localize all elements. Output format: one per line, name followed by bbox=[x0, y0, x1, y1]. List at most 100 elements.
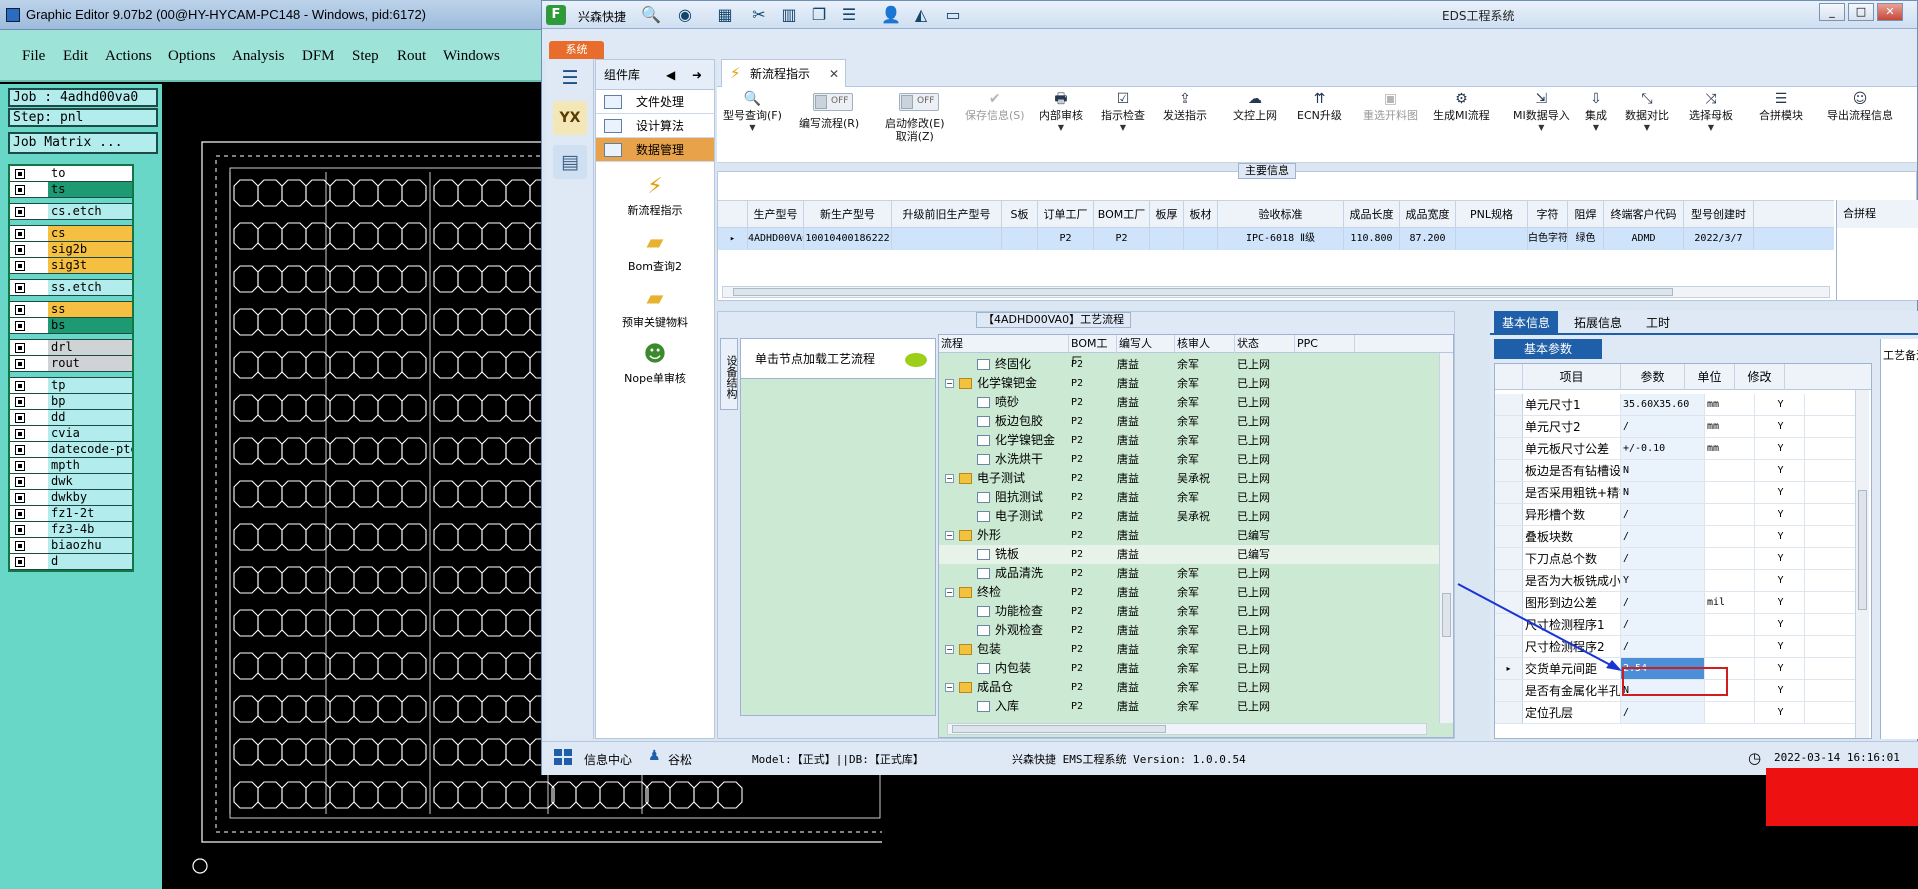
layer-checkbox[interactable] bbox=[15, 477, 25, 487]
toolbar-button-14[interactable]: ⤨ 选择母板 ▼ bbox=[1689, 91, 1733, 133]
table-row[interactable]: ▸ 4ADHD00VA0 10010400186222 P2 P2 IPC-6018 Ⅱ级… bbox=[718, 228, 1834, 250]
layer-checkbox[interactable] bbox=[15, 429, 25, 439]
hamburger-menu-icon[interactable]: ☰ bbox=[553, 61, 587, 95]
column-header[interactable]: 状态 bbox=[1235, 335, 1295, 353]
tree-node[interactable]: 终固化 P2 唐益 余军 已上网 bbox=[939, 355, 1439, 374]
film-icon[interactable]: ▥ bbox=[778, 5, 800, 25]
toolbar-button-12[interactable]: ⇩ 集成 ▼ bbox=[1585, 91, 1607, 133]
collapse-toggle-icon[interactable]: − bbox=[945, 474, 954, 483]
layer-checkbox[interactable] bbox=[15, 343, 25, 353]
tree-node[interactable]: − 成品仓 P2 唐益 余军 已上网 bbox=[939, 678, 1439, 697]
yx-factory-icon[interactable]: YX bbox=[553, 101, 587, 135]
layer-row-biaozhu[interactable]: biaozhu bbox=[10, 538, 132, 554]
layer-checkbox[interactable] bbox=[15, 509, 25, 519]
column-header[interactable]: 成品长度 bbox=[1344, 201, 1400, 227]
column-header[interactable]: S板 bbox=[1002, 201, 1038, 227]
toolbar-button-6[interactable]: ⇪ 发送指示 bbox=[1163, 91, 1207, 123]
close-button[interactable]: ✕ bbox=[1877, 3, 1903, 21]
collapse-toggle-icon[interactable]: − bbox=[945, 531, 954, 540]
tree-node[interactable]: 功能检查 P2 唐益 余军 已上网 bbox=[939, 602, 1439, 621]
layer-row-sig3t[interactable]: sig3t bbox=[10, 258, 132, 274]
column-header[interactable]: 参数 bbox=[1621, 364, 1685, 390]
table-cell[interactable] bbox=[1456, 228, 1528, 250]
table-cell[interactable]: 87.200 bbox=[1400, 228, 1456, 250]
param-row[interactable]: 尺寸检测程序1/ Y bbox=[1495, 614, 1855, 636]
tree-node[interactable]: 成品清洗 P2 唐益 余军 已上网 bbox=[939, 564, 1439, 583]
scroll-thumb[interactable] bbox=[1442, 593, 1451, 637]
table-cell[interactable]: 10010400186222 bbox=[804, 228, 892, 250]
tab-basic-info[interactable]: 基本信息 bbox=[1494, 311, 1559, 335]
param-value[interactable]: / bbox=[1621, 702, 1705, 723]
grid-icon[interactable] bbox=[554, 749, 574, 767]
layer-checkbox[interactable] bbox=[15, 413, 25, 423]
param-row[interactable]: 异形槽个数 / Y bbox=[1495, 504, 1855, 526]
layer-checkbox[interactable] bbox=[15, 493, 25, 503]
layer-checkbox[interactable] bbox=[15, 461, 25, 471]
param-row[interactable]: 定位孔层 / Y bbox=[1495, 702, 1855, 724]
toolbar-button-15[interactable]: ☰ 合拼模块 bbox=[1759, 91, 1803, 123]
param-row[interactable]: 图形到边公差 / mil Y bbox=[1495, 592, 1855, 614]
menu-dfm[interactable]: DFM bbox=[302, 48, 335, 65]
param-row[interactable]: 单元尺寸2/mm Y bbox=[1495, 416, 1855, 438]
layer-row-dd[interactable]: dd bbox=[10, 410, 132, 426]
device-structure-tab[interactable]: 设备结构 bbox=[720, 338, 738, 410]
tree-node[interactable]: − 电子测试 P2 唐益 吴承祝 已上网 bbox=[939, 469, 1439, 488]
toolbar-button-5[interactable]: ☑ 指示检查 ▼ bbox=[1101, 91, 1145, 133]
node-hint[interactable]: 单击节点加载工艺流程 bbox=[741, 339, 935, 379]
system-tab[interactable]: 系统 bbox=[549, 41, 604, 59]
param-row[interactable]: 是否为大板铣成小板YY bbox=[1495, 570, 1855, 592]
tree-node[interactable]: − 化学镍钯金 P2 唐益 余军 已上网 bbox=[939, 374, 1439, 393]
collapse-toggle-icon[interactable]: − bbox=[945, 379, 954, 388]
layer-row-fz3-4b[interactable]: fz3-4b bbox=[10, 522, 132, 538]
table-cell[interactable]: 110.800 bbox=[1344, 228, 1400, 250]
tree-node[interactable]: − 包装 P2 唐益 余军 已上网 bbox=[939, 640, 1439, 659]
chart-icon[interactable]: ◭ bbox=[910, 5, 932, 25]
bom-query-item[interactable]: ▰ Bom查询2 bbox=[596, 224, 714, 280]
param-value[interactable]: / bbox=[1621, 592, 1705, 613]
column-header[interactable]: 生产型号 bbox=[748, 201, 804, 227]
column-header[interactable]: 板材 bbox=[1184, 201, 1218, 227]
layer-checkbox[interactable] bbox=[15, 207, 25, 217]
column-header[interactable]: 修改 bbox=[1735, 364, 1785, 390]
toolbar-button-13[interactable]: ⤡ 数据对比 ▼ bbox=[1625, 91, 1669, 133]
layer-row-ssetch[interactable]: ss.etch bbox=[10, 280, 132, 296]
layer-checkbox[interactable] bbox=[15, 445, 25, 455]
param-row[interactable]: 是否有金属化半孔 N Y bbox=[1495, 680, 1855, 702]
toggle-switch[interactable]: OFF bbox=[899, 93, 939, 111]
layer-checkbox[interactable] bbox=[15, 525, 25, 535]
menu-edit[interactable]: Edit bbox=[63, 48, 88, 65]
tree-node[interactable]: 水洗烘干 P2 唐益 余军 已上网 bbox=[939, 450, 1439, 469]
table-cell[interactable] bbox=[892, 228, 1002, 250]
param-value[interactable]: +/-0.10 bbox=[1621, 438, 1705, 459]
info-center-link[interactable]: 信息中心 bbox=[584, 751, 632, 768]
menu-rout[interactable]: Rout bbox=[397, 48, 426, 65]
layer-checkbox[interactable] bbox=[15, 305, 25, 315]
job-matrix-button[interactable]: Job Matrix ... bbox=[8, 132, 158, 154]
param-row[interactable]: 叠板块数 / Y bbox=[1495, 526, 1855, 548]
toolbar-button-11[interactable]: ⇲ MI数据导入 ▼ bbox=[1513, 91, 1570, 133]
layer-checkbox[interactable] bbox=[15, 283, 25, 293]
table-icon[interactable]: ▦ bbox=[714, 5, 736, 25]
param-value[interactable]: / bbox=[1621, 416, 1705, 437]
param-row[interactable]: ▸ 交货单元间距 2.54 Y bbox=[1495, 658, 1855, 680]
arrow-left-icon[interactable]: ◀ bbox=[666, 60, 675, 90]
layer-row-fz1-2t[interactable]: fz1-2t bbox=[10, 506, 132, 522]
layer-row-dwkby[interactable]: dwkby bbox=[10, 490, 132, 506]
param-row[interactable]: 板边是否有钻槽设计N Y bbox=[1495, 460, 1855, 482]
tree-node[interactable]: 内包装 P2 唐益 余军 已上网 bbox=[939, 659, 1439, 678]
scroll-thumb[interactable] bbox=[1858, 490, 1867, 610]
layer-row-rout[interactable]: rout bbox=[10, 356, 132, 372]
menu-windows[interactable]: Windows bbox=[443, 48, 500, 65]
layer-row-csetch[interactable]: cs.etch bbox=[10, 204, 132, 220]
column-header[interactable]: 终端客户代码 bbox=[1604, 201, 1684, 227]
scroll-thumb[interactable] bbox=[952, 725, 1166, 733]
toolbar-button-3[interactable]: ✔ 保存信息(S) bbox=[965, 91, 1025, 123]
toggle-switch[interactable]: OFF bbox=[813, 93, 853, 111]
param-value[interactable]: N bbox=[1621, 482, 1705, 503]
collapse-toggle-icon[interactable]: − bbox=[945, 683, 954, 692]
table-cell[interactable]: 2022/3/7 bbox=[1684, 228, 1754, 250]
column-header[interactable]: 验收标准 bbox=[1218, 201, 1344, 227]
param-row[interactable]: 下刀点总个数 / Y bbox=[1495, 548, 1855, 570]
layer-row-cvia[interactable]: cvia bbox=[10, 426, 132, 442]
table-cell[interactable] bbox=[1150, 228, 1184, 250]
